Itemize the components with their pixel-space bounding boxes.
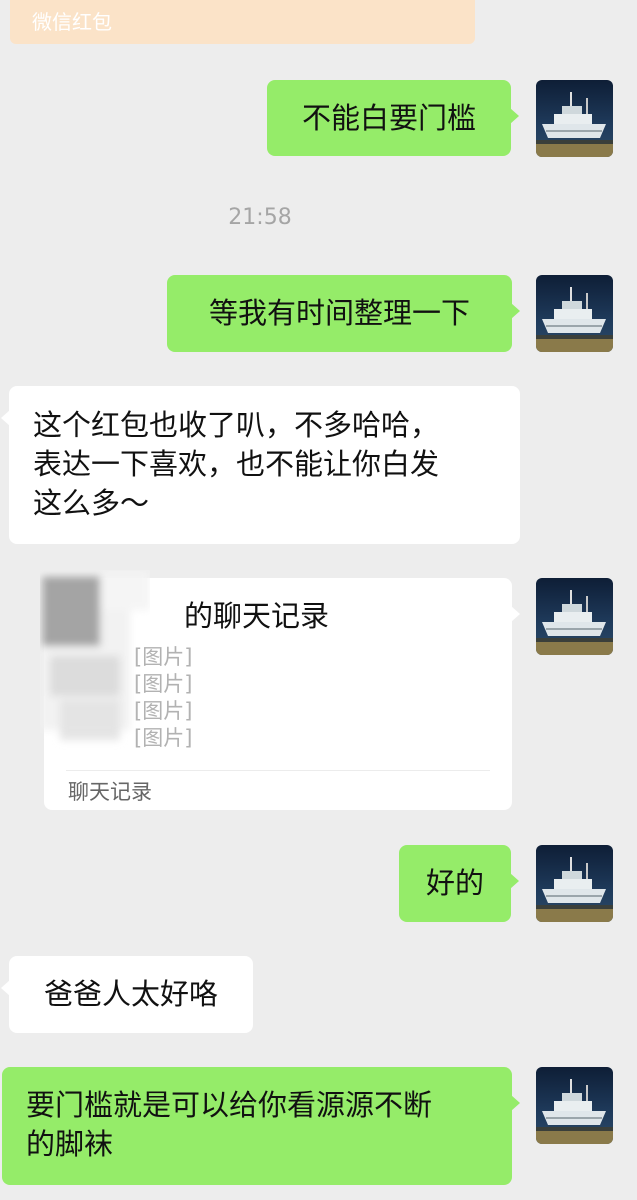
message-bubble-self[interactable]: 不能白要门槛 — [267, 80, 519, 156]
ship-photo-avatar-icon — [536, 275, 613, 352]
message-bubble-self[interactable]: 等我有时间整理一下 — [167, 275, 520, 352]
message-text: 等我有时间整理一下 — [208, 296, 470, 330]
message-text-line: 这么多～ — [33, 486, 150, 520]
message-text-line: 要门槛就是可以给你看源源不断 — [26, 1088, 433, 1122]
chat-record-line: [图片] — [134, 726, 193, 750]
message-bubble-self[interactable]: 要门槛就是可以给你看源源不断 的脚袜 — [2, 1067, 520, 1185]
timestamp: 21:58 — [228, 205, 292, 230]
chat-record-line: [图片] — [134, 699, 193, 723]
ship-photo-avatar-icon — [536, 845, 613, 922]
avatar[interactable] — [536, 80, 613, 157]
red-packet-footer-label: 微信红包 — [10, 0, 475, 44]
ship-photo-avatar-icon — [536, 1067, 613, 1144]
chat-record-title: 的聊天记录 — [184, 599, 330, 633]
ship-photo-avatar-icon — [536, 578, 613, 655]
message-bubble-self[interactable]: 好的 — [399, 845, 519, 922]
message-text-line: 这个红包也收了叭，不多哈哈， — [33, 408, 440, 442]
avatar[interactable] — [536, 275, 613, 352]
divider — [66, 770, 490, 771]
chat-record-line: [图片] — [134, 672, 193, 696]
message-text-line: 表达一下喜欢，也不能让你白发 — [33, 447, 440, 481]
message-text-line: 的脚袜 — [26, 1127, 114, 1161]
chat-record-footer: 聊天记录 — [68, 780, 152, 804]
chat-record-line: [图片] — [134, 645, 193, 669]
avatar[interactable] — [536, 1067, 613, 1144]
message-text: 好的 — [425, 866, 484, 900]
message-text: 爸爸人太好咯 — [43, 977, 218, 1011]
message-bubble-other[interactable]: 爸爸人太好咯 — [1, 956, 253, 1033]
message-bubble-other[interactable]: 这个红包也收了叭，不多哈哈， 表达一下喜欢，也不能让你白发 这么多～ — [1, 386, 520, 544]
avatar[interactable] — [536, 578, 613, 655]
ship-photo-avatar-icon — [536, 80, 613, 157]
message-text: 不能白要门槛 — [301, 100, 476, 135]
avatar[interactable] — [536, 845, 613, 922]
chat-record-card[interactable]: 的聊天记录 [图片] [图片] [图片] [图片] 聊天记录 — [44, 578, 520, 810]
